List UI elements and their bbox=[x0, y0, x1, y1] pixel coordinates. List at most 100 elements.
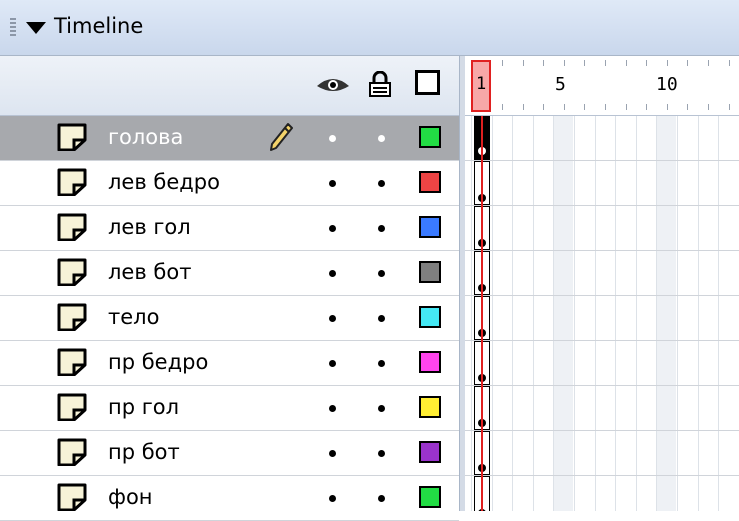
eye-icon[interactable] bbox=[316, 76, 350, 94]
frame-number-5: 5 bbox=[555, 74, 566, 95]
lock-toggle[interactable] bbox=[378, 450, 385, 457]
layer-row[interactable]: голова bbox=[0, 116, 459, 161]
ruler-tick bbox=[646, 60, 647, 66]
layer-name: лев бедро bbox=[108, 170, 220, 194]
layer-icon bbox=[57, 348, 87, 376]
ruler-tick bbox=[502, 60, 503, 66]
ruler-tick bbox=[626, 60, 627, 66]
ruler-tick bbox=[687, 104, 688, 110]
outline-color-swatch[interactable] bbox=[419, 441, 441, 463]
layer-name: тело bbox=[108, 305, 159, 329]
layer-row[interactable]: пр бедро bbox=[0, 341, 459, 386]
visibility-toggle[interactable] bbox=[329, 270, 336, 277]
visibility-toggle[interactable] bbox=[329, 135, 336, 142]
lock-toggle[interactable] bbox=[378, 495, 385, 502]
frame-row-line bbox=[465, 430, 739, 431]
frame-column-line bbox=[636, 116, 637, 511]
ruler-tick bbox=[729, 60, 730, 66]
layer-icon bbox=[57, 303, 87, 331]
visibility-toggle[interactable] bbox=[329, 315, 336, 322]
collapse-triangle-icon[interactable] bbox=[26, 22, 46, 34]
ruler-tick bbox=[605, 60, 606, 66]
outline-color-swatch[interactable] bbox=[419, 126, 441, 148]
visibility-toggle[interactable] bbox=[329, 450, 336, 457]
layer-icon bbox=[57, 483, 87, 511]
outline-color-swatch[interactable] bbox=[419, 396, 441, 418]
frame-highlight-column bbox=[553, 116, 573, 511]
layer-row[interactable]: тело bbox=[0, 296, 459, 341]
frame-row-line bbox=[465, 205, 739, 206]
visibility-toggle[interactable] bbox=[329, 495, 336, 502]
frame-column-line bbox=[595, 116, 596, 511]
outline-color-swatch[interactable] bbox=[419, 171, 441, 193]
frame-column-line bbox=[533, 116, 534, 511]
layer-row[interactable]: пр бот bbox=[0, 431, 459, 476]
playhead-line bbox=[481, 116, 483, 511]
frame-column-line bbox=[512, 116, 513, 511]
pencil-icon bbox=[268, 122, 294, 152]
layer-row[interactable]: лев бедро bbox=[0, 161, 459, 206]
ruler-tick bbox=[523, 104, 524, 110]
ruler-tick bbox=[646, 104, 647, 110]
lock-icon[interactable] bbox=[368, 71, 392, 97]
frame-column-line bbox=[471, 116, 472, 511]
layer-row[interactable]: фон bbox=[0, 476, 459, 521]
frame-ruler[interactable] bbox=[465, 56, 739, 116]
layer-name: пр гол bbox=[108, 395, 179, 419]
layer-name: лев гол bbox=[108, 215, 191, 239]
layer-icon bbox=[57, 213, 87, 241]
frame-row-line bbox=[465, 340, 739, 341]
ruler-tick bbox=[523, 60, 524, 66]
ruler-tick bbox=[543, 104, 544, 110]
timeline-title-bar[interactable]: Timeline bbox=[0, 0, 739, 56]
layer-row[interactable]: пр гол bbox=[0, 386, 459, 431]
frame-column-line bbox=[718, 116, 719, 511]
frame-row-line bbox=[465, 250, 739, 251]
outline-color-swatch[interactable] bbox=[419, 486, 441, 508]
ruler-tick bbox=[626, 104, 627, 110]
visibility-toggle[interactable] bbox=[329, 225, 336, 232]
frame-column-line bbox=[492, 116, 493, 511]
layer-row[interactable]: лев гол bbox=[0, 206, 459, 251]
frame-column-line bbox=[615, 116, 616, 511]
lock-toggle[interactable] bbox=[378, 270, 385, 277]
frame-column-line bbox=[698, 116, 699, 511]
lock-toggle[interactable] bbox=[378, 405, 385, 412]
visibility-toggle[interactable] bbox=[329, 180, 336, 187]
layer-name: лев бот bbox=[108, 260, 191, 284]
layer-row[interactable]: лев бот bbox=[0, 251, 459, 296]
lock-toggle[interactable] bbox=[378, 360, 385, 367]
outline-color-swatch[interactable] bbox=[419, 261, 441, 283]
lock-toggle[interactable] bbox=[378, 315, 385, 322]
panel-title: Timeline bbox=[54, 14, 143, 38]
lock-toggle[interactable] bbox=[378, 225, 385, 232]
visibility-toggle[interactable] bbox=[329, 405, 336, 412]
frame-row-line bbox=[465, 385, 739, 386]
ruler-tick bbox=[729, 104, 730, 110]
outline-toggle-icon[interactable] bbox=[415, 70, 440, 95]
layer-name: пр бедро bbox=[108, 350, 208, 374]
frame-row-line bbox=[465, 160, 739, 161]
ruler-tick bbox=[584, 104, 585, 110]
ruler-tick bbox=[584, 60, 585, 66]
frame-column-line bbox=[656, 116, 657, 511]
lock-toggle[interactable] bbox=[378, 180, 385, 187]
frame-number-10: 10 bbox=[656, 74, 678, 95]
frame-highlight-column bbox=[656, 116, 676, 511]
grip-icon[interactable] bbox=[10, 18, 16, 36]
layer-icon bbox=[57, 393, 87, 421]
frame-grid[interactable] bbox=[465, 116, 739, 511]
ruler-tick bbox=[543, 60, 544, 66]
frame-row-line bbox=[465, 475, 739, 476]
outline-color-swatch[interactable] bbox=[419, 306, 441, 328]
timeline-panel: Timeline 1 5 10 голова л bbox=[0, 0, 739, 511]
lock-toggle[interactable] bbox=[378, 135, 385, 142]
outline-color-swatch[interactable] bbox=[419, 351, 441, 373]
visibility-toggle[interactable] bbox=[329, 360, 336, 367]
layer-icon bbox=[57, 123, 87, 151]
frame-column-line bbox=[677, 116, 678, 511]
frame-column-line bbox=[574, 116, 575, 511]
ruler-tick bbox=[667, 60, 668, 66]
outline-color-swatch[interactable] bbox=[419, 216, 441, 238]
ruler-tick bbox=[667, 104, 668, 110]
